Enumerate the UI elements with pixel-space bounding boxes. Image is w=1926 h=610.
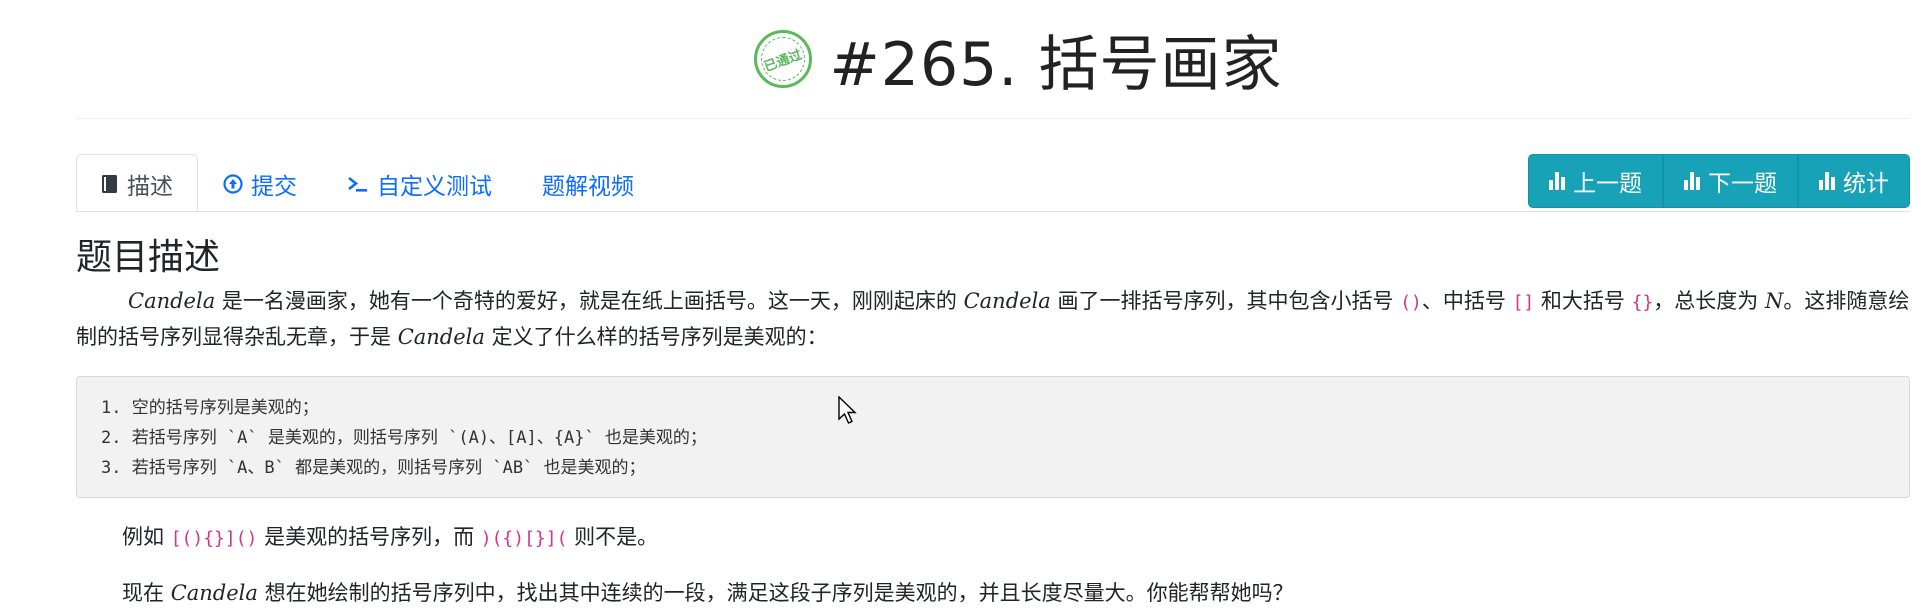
intro-text-3: 、中括号 <box>1421 289 1513 313</box>
problem-tabs: 描述 提交 自定义测试 题解视频 <box>76 154 659 212</box>
bar-chart-icon <box>1684 172 1700 190</box>
bar-chart-icon <box>1819 172 1835 190</box>
problem-actions: 上一题 下一题 统计 <box>1528 154 1910 208</box>
tab-custom-test-label: 自定义测试 <box>377 173 492 200</box>
intro-paragraph: Candela 是一名漫画家，她有一个奇特的爱好，就是在纸上画括号。这一天，刚刚… <box>76 284 1910 354</box>
mouse-cursor-icon <box>838 396 857 424</box>
name-candela: Candela <box>128 289 216 313</box>
statistics-button[interactable]: 统计 <box>1798 154 1910 208</box>
tab-custom-test[interactable]: 自定义测试 <box>322 154 517 212</box>
accepted-stamp-icon: 已通过 <box>753 30 812 88</box>
tab-solution-video[interactable]: 题解视频 <box>517 154 659 212</box>
prev-problem-label: 上一题 <box>1573 171 1642 197</box>
tab-description-label: 描述 <box>127 173 173 200</box>
example-paragraph: 例如 [(){}]() 是美观的括号序列，而 )({)[}]( 则不是。 <box>122 520 1902 556</box>
example-text-1: 例如 <box>122 525 171 549</box>
title-divider <box>76 118 1910 119</box>
next-problem-button[interactable]: 下一题 <box>1663 154 1798 208</box>
rule-line: 3. 若括号序列 `A、B` 都是美观的，则括号序列 `AB` 也是美观的； <box>101 458 646 478</box>
intro-text-5: ，总长度为 <box>1653 289 1765 313</box>
variable-n: N <box>1764 289 1784 313</box>
bar-chart-icon <box>1549 172 1565 190</box>
inline-code-braces: {} <box>1631 292 1654 313</box>
title-row: 已通过 #265. 括号画家 <box>0 0 1926 118</box>
intro-text-2: 画了一排括号序列，其中包含小括号 <box>1050 289 1401 313</box>
inline-code-bad-example: )({)[}]( <box>480 528 568 549</box>
name-candela: Candela <box>397 325 485 349</box>
inline-code-good-example: [(){}]() <box>170 528 258 549</box>
name-candela: Candela <box>170 581 258 605</box>
tab-description[interactable]: 描述 <box>76 154 198 212</box>
question-text-1: 现在 <box>122 581 171 605</box>
rule-line: 1. 空的括号序列是美观的； <box>101 398 319 418</box>
section-title: 题目描述 <box>76 237 221 278</box>
rule-line: 2. 若括号序列 `A` 是美观的，则括号序列 `(A)、[A]、{A}` 也是… <box>101 428 707 448</box>
prev-problem-button[interactable]: 上一题 <box>1528 154 1663 208</box>
tab-solution-video-label: 题解视频 <box>542 173 634 200</box>
tab-submit[interactable]: 提交 <box>198 154 322 212</box>
inline-code-parens: () <box>1400 292 1422 313</box>
upload-circle-icon <box>223 173 243 194</box>
example-text-3: 则不是。 <box>567 525 659 549</box>
stamp-text: 已通过 <box>762 47 805 75</box>
example-text-2: 是美观的括号序列，而 <box>257 525 481 549</box>
name-candela: Candela <box>963 289 1051 313</box>
intro-text-1: 是一名漫画家，她有一个奇特的爱好，就是在纸上画括号。这一天，刚刚起床的 <box>215 289 964 313</box>
tabs-divider <box>76 211 1910 212</box>
tab-submit-label: 提交 <box>251 173 297 200</box>
inline-code-brackets: [] <box>1512 292 1535 313</box>
intro-text-7: 定义了什么样的括号序列是美观的： <box>484 325 828 349</box>
book-icon <box>102 174 117 193</box>
rules-code-block: 1. 空的括号序列是美观的； 2. 若括号序列 `A` 是美观的，则括号序列 `… <box>76 376 1910 498</box>
question-paragraph: 现在 Candela 想在她绘制的括号序列中，找出其中连续的一段，满足这段子序列… <box>122 576 1902 610</box>
page-title: #265. 括号画家 <box>829 29 1283 100</box>
question-text-2: 想在她绘制的括号序列中，找出其中连续的一段，满足这段子序列是美观的，并且长度尽量… <box>257 581 1294 605</box>
intro-text-4: 和大括号 <box>1534 289 1632 313</box>
next-problem-label: 下一题 <box>1708 171 1777 197</box>
statistics-label: 统计 <box>1843 171 1889 197</box>
terminal-icon <box>348 176 367 192</box>
